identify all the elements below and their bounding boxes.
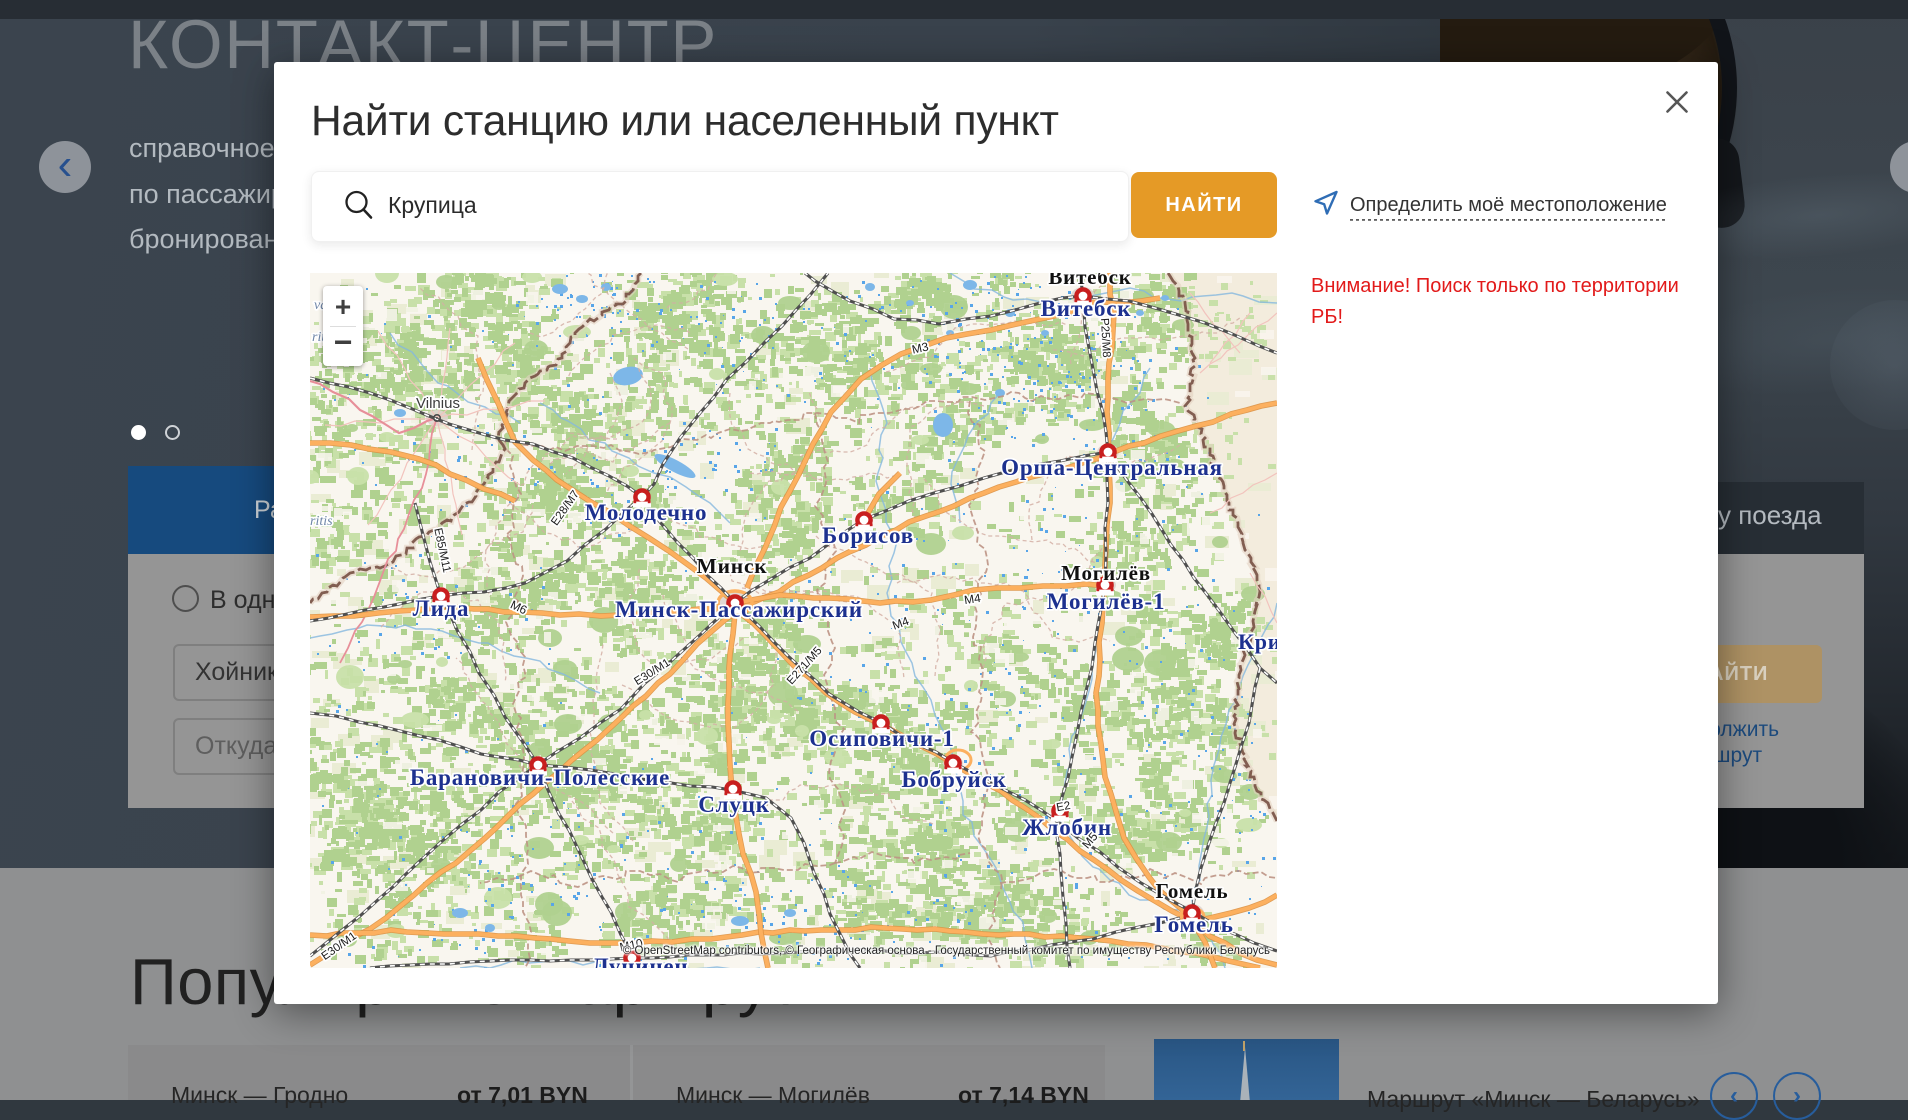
svg-text:Жлобин: Жлобин xyxy=(1022,815,1112,840)
svg-text:Р25/М8: Р25/М8 xyxy=(1098,318,1112,358)
svg-text:Барановичи-Полесские: Барановичи-Полесские xyxy=(410,765,670,790)
svg-text:Гомель: Гомель xyxy=(1154,912,1233,937)
svg-text:Могилёв-1: Могилёв-1 xyxy=(1047,589,1166,614)
svg-text:Витебск: Витебск xyxy=(1041,296,1132,321)
svg-text:Минск: Минск xyxy=(697,554,768,578)
svg-text:М4: М4 xyxy=(963,591,982,607)
svg-text:Могилёв: Могилёв xyxy=(1061,561,1151,585)
svg-text:Молодечно: Молодечно xyxy=(585,500,708,525)
svg-text:Борисов: Борисов xyxy=(822,523,914,548)
svg-text:Осиповичи-1: Осиповичи-1 xyxy=(809,726,954,751)
svg-text:Гомель: Гомель xyxy=(1156,879,1229,903)
svg-text:Слуцк: Слуцк xyxy=(698,792,770,817)
svg-text:Е2: Е2 xyxy=(1056,800,1072,814)
svg-text:Бобруйск: Бобруйск xyxy=(901,767,1006,792)
svg-text:Vilnius: Vilnius xyxy=(416,395,460,412)
svg-text:Орша-Центральная: Орша-Центральная xyxy=(1001,455,1223,480)
svg-text:Кричев: Кричев xyxy=(1238,629,1277,654)
svg-text:Минск-Пассажирский: Минск-Пассажирский xyxy=(615,597,863,622)
svg-text:ritis: ritis xyxy=(310,514,333,529)
svg-text:Витебск: Витебск xyxy=(1048,273,1131,289)
svg-text:Лида: Лида xyxy=(413,596,470,621)
